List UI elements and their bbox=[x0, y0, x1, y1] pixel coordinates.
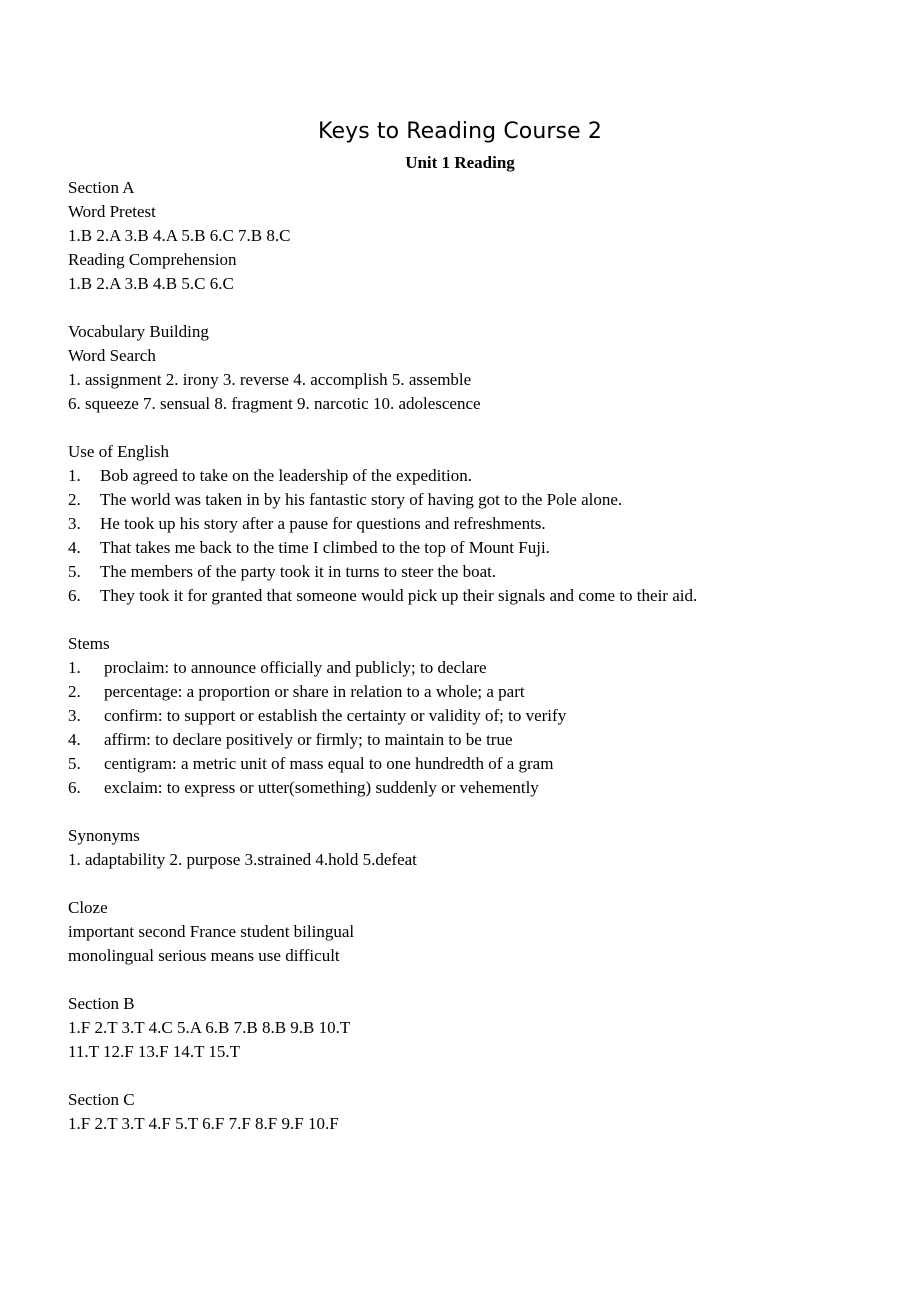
cloze-answers-line-2: monolingual serious means use difficult bbox=[68, 946, 340, 965]
page-title: Keys to Reading Course 2 bbox=[318, 119, 602, 144]
cloze-answers-line-1: important second France student bilingua… bbox=[68, 922, 355, 941]
list-item-number: 3. bbox=[68, 514, 81, 533]
list-item-number: 3. bbox=[68, 706, 81, 725]
list-item-number: 4. bbox=[68, 538, 81, 557]
use-of-english-list: 1. Bob agreed to take on the leadership … bbox=[68, 464, 852, 608]
word-pretest-heading: Word Pretest bbox=[68, 202, 156, 221]
list-item-text: He took up his story after a pause for q… bbox=[100, 514, 546, 533]
stems-list: 1. proclaim: to announce officially and … bbox=[68, 656, 852, 800]
page-subtitle: Unit 1 Reading bbox=[405, 153, 515, 172]
word-pretest-answers: 1.B 2.A 3.B 4.A 5.B 6.C 7.B 8.C bbox=[68, 226, 291, 245]
section-b-answers-line-1: 1.F 2.T 3.T 4.C 5.A 6.B 7.B 8.B 9.B 10.T bbox=[68, 1018, 351, 1037]
synonyms-heading: Synonyms bbox=[68, 826, 140, 845]
list-item-number: 5. bbox=[68, 562, 81, 581]
document-page: Keys to Reading Course 2 Unit 1 Reading … bbox=[0, 0, 920, 1302]
section-c-answers: 1.F 2.T 3.T 4.F 5.T 6.F 7.F 8.F 9.F 10.F bbox=[68, 1114, 339, 1133]
list-item-text: They took it for granted that someone wo… bbox=[100, 586, 698, 605]
section-b-block: Section B 1.F 2.T 3.T 4.C 5.A 6.B 7.B 8.… bbox=[68, 992, 852, 1064]
list-item: 3. confirm: to support or establish the … bbox=[68, 704, 852, 728]
list-item: 6. exclaim: to express or utter(somethin… bbox=[68, 776, 852, 800]
list-item: 2. percentage: a proportion or share in … bbox=[68, 680, 852, 704]
list-item-text: proclaim: to announce officially and pub… bbox=[104, 658, 487, 677]
list-item-text: The world was taken in by his fantastic … bbox=[100, 490, 623, 509]
list-item-number: 1. bbox=[68, 658, 81, 677]
list-item: 5. The members of the party took it in t… bbox=[68, 560, 852, 584]
list-item-number: 2. bbox=[68, 490, 81, 509]
list-item-number: 4. bbox=[68, 730, 81, 749]
use-of-english-block: Use of English 1. Bob agreed to take on … bbox=[68, 440, 852, 608]
list-item-text: The members of the party took it in turn… bbox=[100, 562, 497, 581]
section-a-heading: Section A bbox=[68, 178, 135, 197]
list-item-number: 5. bbox=[68, 754, 81, 773]
list-item-text: centigram: a metric unit of mass equal t… bbox=[104, 754, 554, 773]
list-item-number: 6. bbox=[68, 586, 81, 605]
list-item: 4. affirm: to declare positively or firm… bbox=[68, 728, 852, 752]
synonyms-block: Synonyms 1. adaptability 2. purpose 3.st… bbox=[68, 824, 852, 872]
list-item: 1. proclaim: to announce officially and … bbox=[68, 656, 852, 680]
use-of-english-heading: Use of English bbox=[68, 442, 170, 461]
list-item: 5. centigram: a metric unit of mass equa… bbox=[68, 752, 852, 776]
reading-comprehension-heading: Reading Comprehension bbox=[68, 250, 237, 269]
list-item-number: 1. bbox=[68, 466, 81, 485]
list-item-text: affirm: to declare positively or firmly;… bbox=[104, 730, 513, 749]
list-item: 6. They took it for granted that someone… bbox=[68, 584, 852, 608]
word-search-answers-line-2: 6. squeeze 7. sensual 8. fragment 9. nar… bbox=[68, 394, 481, 413]
section-a-block: Section A Word Pretest 1.B 2.A 3.B 4.A 5… bbox=[68, 176, 852, 296]
stems-heading: Stems bbox=[68, 634, 110, 653]
word-search-answers-line-1: 1. assignment 2. irony 3. reverse 4. acc… bbox=[68, 370, 472, 389]
section-c-heading: Section C bbox=[68, 1090, 135, 1109]
list-item: 1. Bob agreed to take on the leadership … bbox=[68, 464, 852, 488]
cloze-block: Cloze important second France student bi… bbox=[68, 896, 852, 968]
list-item: 2. The world was taken in by his fantast… bbox=[68, 488, 852, 512]
section-c-block: Section C 1.F 2.T 3.T 4.F 5.T 6.F 7.F 8.… bbox=[68, 1088, 852, 1136]
section-b-answers-line-2: 11.T 12.F 13.F 14.T 15.T bbox=[68, 1042, 241, 1061]
list-item-number: 6. bbox=[68, 778, 81, 797]
list-item-text: confirm: to support or establish the cer… bbox=[104, 706, 567, 725]
vocabulary-building-block: Vocabulary Building Word Search 1. assig… bbox=[68, 320, 852, 416]
cloze-heading: Cloze bbox=[68, 898, 108, 917]
list-item-text: That takes me back to the time I climbed… bbox=[100, 538, 550, 557]
list-item-number: 2. bbox=[68, 682, 81, 701]
synonyms-answers: 1. adaptability 2. purpose 3.strained 4.… bbox=[68, 850, 417, 869]
list-item: 3. He took up his story after a pause fo… bbox=[68, 512, 852, 536]
list-item: 4. That takes me back to the time I clim… bbox=[68, 536, 852, 560]
list-item-text: Bob agreed to take on the leadership of … bbox=[100, 466, 472, 485]
list-item-text: exclaim: to express or utter(something) … bbox=[104, 778, 539, 797]
reading-comprehension-answers: 1.B 2.A 3.B 4.B 5.C 6.C bbox=[68, 274, 234, 293]
word-search-heading: Word Search bbox=[68, 346, 156, 365]
section-b-heading: Section B bbox=[68, 994, 135, 1013]
vocabulary-building-heading: Vocabulary Building bbox=[68, 322, 209, 341]
list-item-text: percentage: a proportion or share in rel… bbox=[104, 682, 525, 701]
stems-block: Stems 1. proclaim: to announce officiall… bbox=[68, 632, 852, 800]
